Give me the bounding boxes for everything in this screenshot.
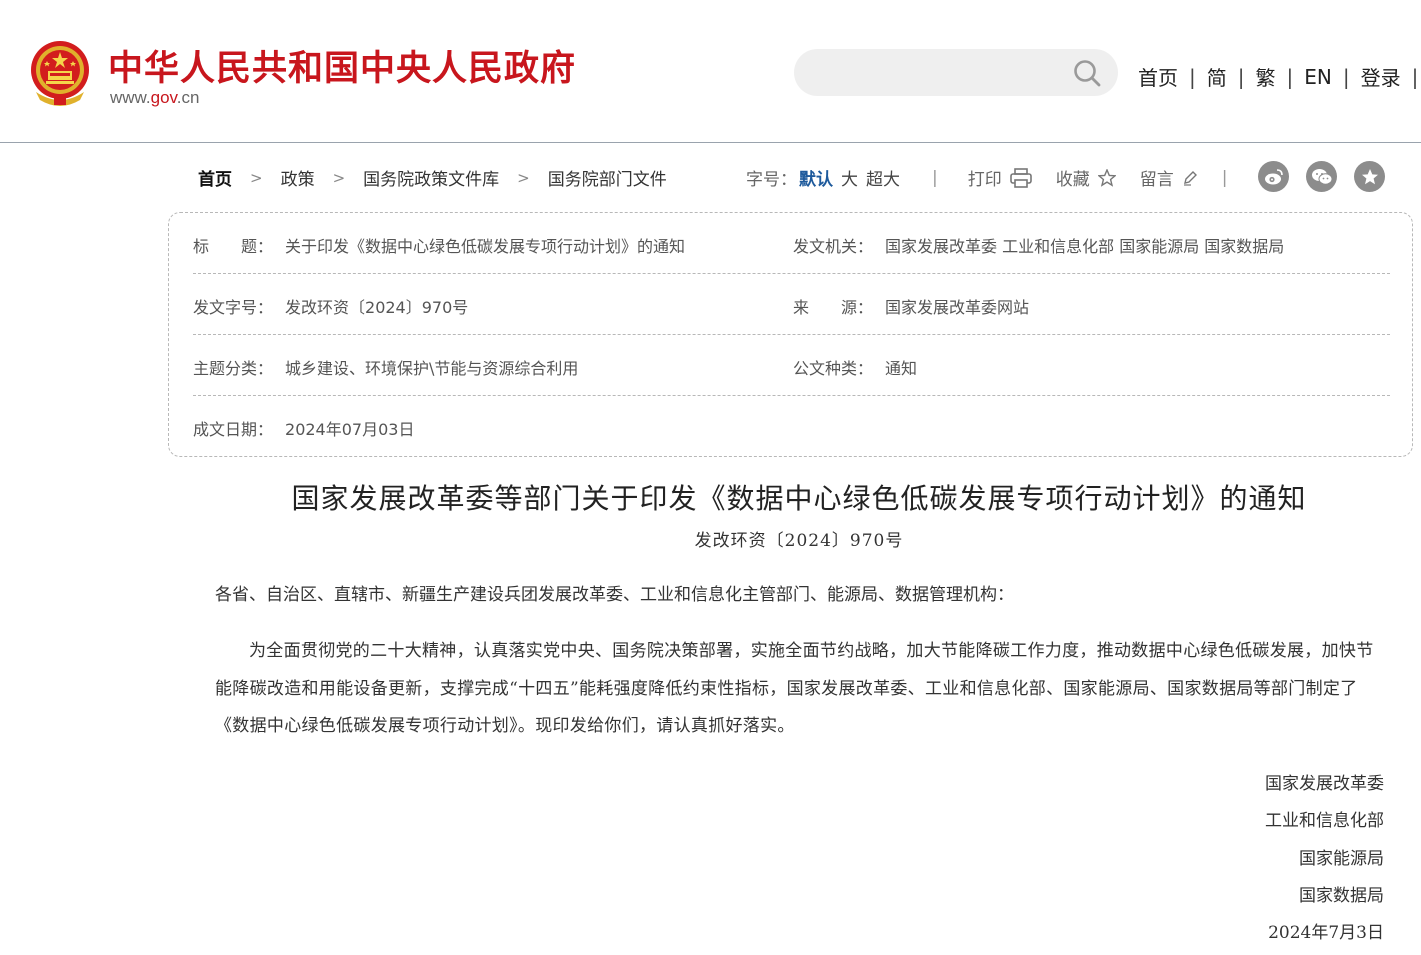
font-size-default[interactable]: 默认 (799, 165, 833, 190)
top-nav: 首页 | 简 | 繁 | EN | 登录 | (1138, 62, 1421, 91)
comment-button[interactable]: 留言 (1140, 165, 1198, 190)
star-icon (1097, 168, 1116, 187)
signature-nda: 国家数据局 (1299, 886, 1384, 906)
metadata-value: 国家发展改革委 工业和信息化部 国家能源局 国家数据局 (885, 237, 1285, 256)
metadata-value: 关于印发《数据中心绿色低碳发展专项行动计划》的通知 (285, 237, 686, 256)
signature-ndrc: 国家发展改革委 (1265, 774, 1384, 794)
chevron-right-icon: > (517, 168, 530, 187)
nav-separator: | (1189, 64, 1196, 89)
toolbar-divider: | (932, 167, 938, 188)
star-share-icon (1361, 168, 1378, 184)
printer-icon (1009, 167, 1032, 188)
national-emblem-icon[interactable] (28, 40, 92, 108)
metadata-label: 公文种类： (793, 359, 874, 378)
metadata-source: 来 源： 国家发展改革委网站 (793, 294, 1029, 318)
font-size-label: 字号： (746, 170, 797, 190)
metadata-label: 发文机关： (793, 237, 874, 256)
search-input[interactable] (794, 49, 1118, 96)
print-button[interactable]: 打印 (968, 165, 1032, 190)
favorite-label: 收藏 (1055, 170, 1090, 190)
metadata-label: 标 题： (193, 237, 274, 256)
chevron-right-icon: > (250, 168, 263, 187)
nav-login[interactable]: 登录 (1361, 62, 1401, 91)
article-title: 国家发展改革委等部门关于印发《数据中心绿色低碳发展专项行动计划》的通知 (291, 482, 1307, 515)
article-addressee: 各省、自治区、直辖市、新疆生产建设兵团发展改革委、工业和信息化主管部门、能源局、… (215, 585, 1014, 605)
toolbar-divider: | (1221, 167, 1228, 188)
breadcrumb: 首页 > 政策 > 国务院政策文件库 > 国务院部门文件 (198, 165, 667, 191)
signature-nea: 国家能源局 (1299, 849, 1384, 869)
metadata-topic: 主题分类： 城乡建设、环境保护\节能与资源综合利用 (193, 355, 578, 379)
metadata-value: 通知 (885, 359, 918, 378)
search-icon[interactable] (1072, 58, 1102, 88)
nav-separator: | (1411, 64, 1419, 89)
metadata-row: 发文字号： 发改环资〔2024〕970号 来 源： 国家发展改革委网站 (193, 274, 1390, 335)
wechat-share-button[interactable] (1306, 161, 1337, 192)
article-toolbar: 字号： 默认 大 超大 | 打印 收藏 留言 | (746, 165, 1228, 191)
metadata-issuer: 发文机关： 国家发展改革委 工业和信息化部 国家能源局 国家数据局 (793, 233, 1284, 257)
signature-miit: 工业和信息化部 (1265, 811, 1384, 831)
metadata-value: 发改环资〔2024〕970号 (285, 298, 469, 317)
breadcrumb-policy-library[interactable]: 国务院政策文件库 (363, 165, 499, 190)
metadata-label: 发文字号： (193, 298, 274, 317)
nav-separator: | (1237, 64, 1245, 89)
font-size-large[interactable]: 大 (841, 165, 858, 190)
site-url: www.gov.cn (110, 88, 199, 108)
comment-label: 留言 (1139, 170, 1174, 190)
metadata-type: 公文种类： 通知 (793, 355, 917, 379)
site-header: 中华人民共和国中央人民政府 www.gov.cn 首页 | 简 | 繁 | EN… (0, 0, 1421, 143)
metadata-label: 成文日期： (193, 420, 274, 439)
metadata-row: 标 题： 关于印发《数据中心绿色低碳发展专项行动计划》的通知 发文机关： 国家发展改… (193, 213, 1390, 274)
site-url-brand: gov (150, 88, 177, 107)
site-url-suffix: .cn (176, 88, 200, 107)
metadata-docno: 发文字号： 发改环资〔2024〕970号 (193, 294, 468, 318)
site-url-prefix: www. (110, 88, 151, 107)
metadata-row: 主题分类： 城乡建设、环境保护\节能与资源综合利用 公文种类： 通知 (193, 335, 1390, 396)
document-metadata-box: 标 题： 关于印发《数据中心绿色低碳发展专项行动计划》的通知 发文机关： 国家发展改… (168, 212, 1413, 457)
article-paragraph: 为全面贯彻党的二十大精神，认真落实党中央、国务院决策部署，实施全面节约战略，加大… (215, 641, 1374, 736)
article-document-number: 发改环资〔2024〕970号 (694, 531, 904, 551)
breadcrumb-home[interactable]: 首页 (198, 165, 232, 190)
signature-date: 2024年7月3日 (1268, 923, 1384, 943)
metadata-label: 来 源： (793, 298, 874, 317)
metadata-title: 标 题： 关于印发《数据中心绿色低碳发展专项行动计划》的通知 (193, 233, 685, 257)
nav-home[interactable]: 首页 (1138, 62, 1178, 91)
nav-english[interactable]: EN (1304, 65, 1332, 89)
font-size-xlarge[interactable]: 超大 (866, 165, 900, 190)
site-title[interactable]: 中华人民共和国中央人民政府 (108, 40, 576, 91)
weibo-share-button[interactable] (1258, 161, 1289, 192)
pencil-icon (1183, 170, 1197, 186)
metadata-value: 城乡建设、环境保护\节能与资源综合利用 (285, 359, 579, 378)
favorite-share-button[interactable] (1354, 161, 1385, 192)
weibo-icon (1264, 168, 1283, 184)
favorite-button[interactable]: 收藏 (1056, 165, 1116, 190)
nav-separator: | (1286, 64, 1294, 89)
metadata-value: 2024年07月03日 (285, 420, 415, 439)
nav-separator: | (1342, 64, 1350, 89)
breadcrumb-policy[interactable]: 政策 (281, 165, 315, 190)
chevron-right-icon: > (332, 168, 346, 187)
metadata-label: 主题分类： (193, 359, 274, 378)
metadata-value: 国家发展改革委网站 (885, 298, 1030, 317)
metadata-date: 成文日期： 2024年07月03日 (193, 416, 414, 440)
breadcrumb-department-docs[interactable]: 国务院部门文件 (548, 165, 667, 190)
print-label: 打印 (967, 170, 1002, 190)
nav-simplified[interactable]: 简 (1207, 62, 1227, 91)
nav-traditional[interactable]: 繁 (1256, 62, 1276, 91)
metadata-row: 成文日期： 2024年07月03日 (193, 396, 1390, 457)
wechat-icon (1311, 168, 1332, 185)
